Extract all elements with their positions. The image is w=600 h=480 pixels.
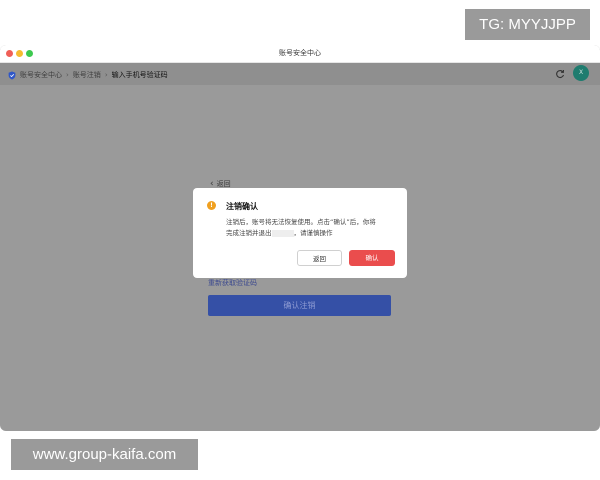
breadcrumb-item-account-cancel[interactable]: 账号注销 [73, 70, 101, 80]
chevron-right-icon: › [66, 71, 69, 79]
breadcrumb-item-security-center[interactable]: 账号安全中心 [20, 70, 62, 80]
watermark-top: TG: MYYJJPP [465, 9, 590, 40]
nav-bar: 账号安全中心 › 账号注销 › 输入手机号验证码 X [0, 63, 600, 85]
warning-icon: ! [207, 201, 216, 210]
dialog-confirm-button[interactable]: 确认 [349, 250, 395, 266]
refresh-icon[interactable] [555, 69, 565, 79]
dialog-message-line2-suffix: ，请谨慎操作 [293, 229, 333, 237]
shield-icon [8, 71, 16, 79]
avatar[interactable]: X [573, 65, 589, 81]
title-bar: 账号安全中心 [0, 45, 600, 63]
cancel-confirm-dialog: ! 注销确认 注销后，账号将无法恢复使用。点击“确认”后，你将 完成注销并退出 ，… [193, 188, 407, 278]
confirm-cancel-button[interactable]: 确认注销 [208, 295, 391, 316]
resend-code-link[interactable]: 重新获取验证码 [208, 278, 257, 288]
chevron-left-icon: ‹ [210, 178, 214, 189]
dialog-back-button[interactable]: 返回 [297, 250, 342, 266]
window-title: 账号安全中心 [279, 49, 321, 57]
dialog-title: 注销确认 [226, 202, 258, 211]
app-window: 账号安全中心 账号安全中心 › 账号注销 › 输入手机号验证码 X ‹ 返回 重… [0, 45, 600, 431]
dialog-message-line1: 注销后，账号将无法恢复使用。点击“确认”后，你将 [226, 218, 376, 226]
breadcrumb: 账号安全中心 › 账号注销 › 输入手机号验证码 [8, 70, 168, 80]
chevron-right-icon: › [104, 71, 108, 79]
redacted-text [271, 229, 294, 237]
watermark-bottom: www.group-kaifa.com [11, 439, 198, 470]
breadcrumb-item-current: 输入手机号验证码 [111, 71, 168, 79]
dialog-message: 注销后，账号将无法恢复使用。点击“确认”后，你将 完成注销并退出 ，请谨慎操作 [226, 217, 396, 239]
dialog-message-line2-prefix: 完成注销并退出 [226, 229, 272, 237]
